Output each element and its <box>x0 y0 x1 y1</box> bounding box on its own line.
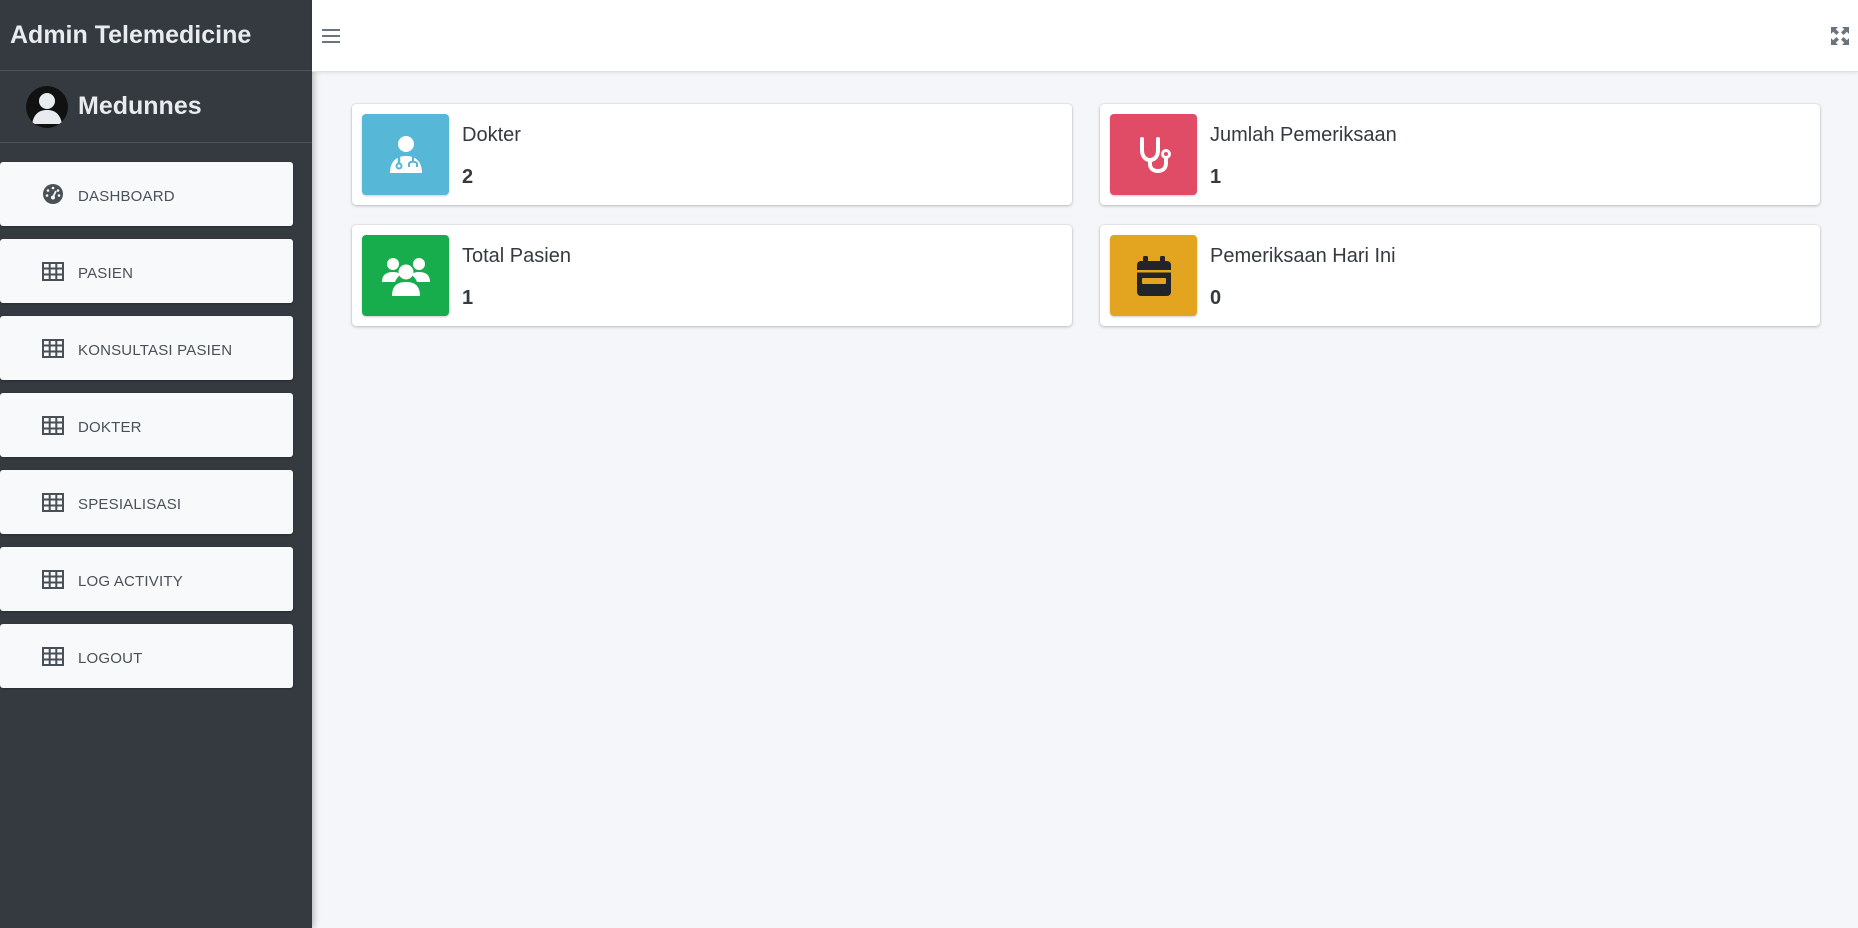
expand-icon[interactable] <box>1830 26 1850 46</box>
table-icon <box>42 569 64 589</box>
sidebar: Admin Telemedicine Medunnes DASHBOARD PA… <box>0 0 312 928</box>
brand-title: Admin Telemedicine <box>10 20 252 49</box>
info-box-number: 0 <box>1210 287 1222 309</box>
info-box-pemeriksaan-hari-ini: Pemeriksaan Hari Ini 0 <box>1100 225 1820 326</box>
info-box-label: Dokter <box>462 124 521 146</box>
sidebar-nav: DASHBOARD PASIEN KONSULTASI PASIEN DOKTE… <box>0 162 293 701</box>
info-box-number: 1 <box>462 287 474 309</box>
calendar-icon <box>1110 235 1197 316</box>
table-icon <box>42 646 64 666</box>
info-box-label: Jumlah Pemeriksaan <box>1210 124 1397 146</box>
table-icon <box>42 338 64 358</box>
sidebar-item-dokter[interactable]: DOKTER <box>0 393 293 457</box>
stethoscope-icon <box>1110 114 1197 195</box>
top-navbar <box>312 0 1858 72</box>
sidebar-item-label: DASHBOARD <box>78 187 175 205</box>
user-panel: Medunnes <box>0 71 312 143</box>
sidebar-item-pasien[interactable]: PASIEN <box>0 239 293 303</box>
info-box-number: 2 <box>462 166 474 188</box>
info-box-total-pasien: Total Pasien 1 <box>352 225 1072 326</box>
users-icon <box>362 235 449 316</box>
avatar <box>26 85 68 128</box>
sidebar-item-label: LOGOUT <box>78 649 143 667</box>
brand-link[interactable]: Admin Telemedicine <box>0 0 312 71</box>
sidebar-item-label: LOG ACTIVITY <box>78 572 183 590</box>
info-box-dokter: Dokter 2 <box>352 104 1072 205</box>
sidebar-item-spesialisasi[interactable]: SPESIALISASI <box>0 470 293 534</box>
user-name[interactable]: Medunnes <box>78 92 202 121</box>
sidebar-item-label: KONSULTASI PASIEN <box>78 341 233 359</box>
sidebar-item-log-activity[interactable]: LOG ACTIVITY <box>0 547 293 611</box>
info-box-label: Pemeriksaan Hari Ini <box>1210 245 1396 267</box>
info-box-label: Total Pasien <box>462 245 571 267</box>
sidebar-item-logout[interactable]: LOGOUT <box>0 624 293 688</box>
user-doctor-icon <box>362 114 449 195</box>
table-icon <box>42 415 64 435</box>
info-box-number: 1 <box>1210 166 1222 188</box>
bars-icon[interactable] <box>320 25 342 47</box>
table-icon <box>42 492 64 512</box>
table-icon <box>42 261 64 281</box>
tachometer-icon <box>42 184 64 204</box>
info-box-jumlah-pemeriksaan: Jumlah Pemeriksaan 1 <box>1100 104 1820 205</box>
sidebar-item-label: SPESIALISASI <box>78 495 182 513</box>
sidebar-item-label: DOKTER <box>78 418 142 436</box>
sidebar-item-konsultasi-pasien[interactable]: KONSULTASI PASIEN <box>0 316 293 380</box>
sidebar-item-label: PASIEN <box>78 264 134 282</box>
sidebar-item-dashboard[interactable]: DASHBOARD <box>0 162 293 226</box>
